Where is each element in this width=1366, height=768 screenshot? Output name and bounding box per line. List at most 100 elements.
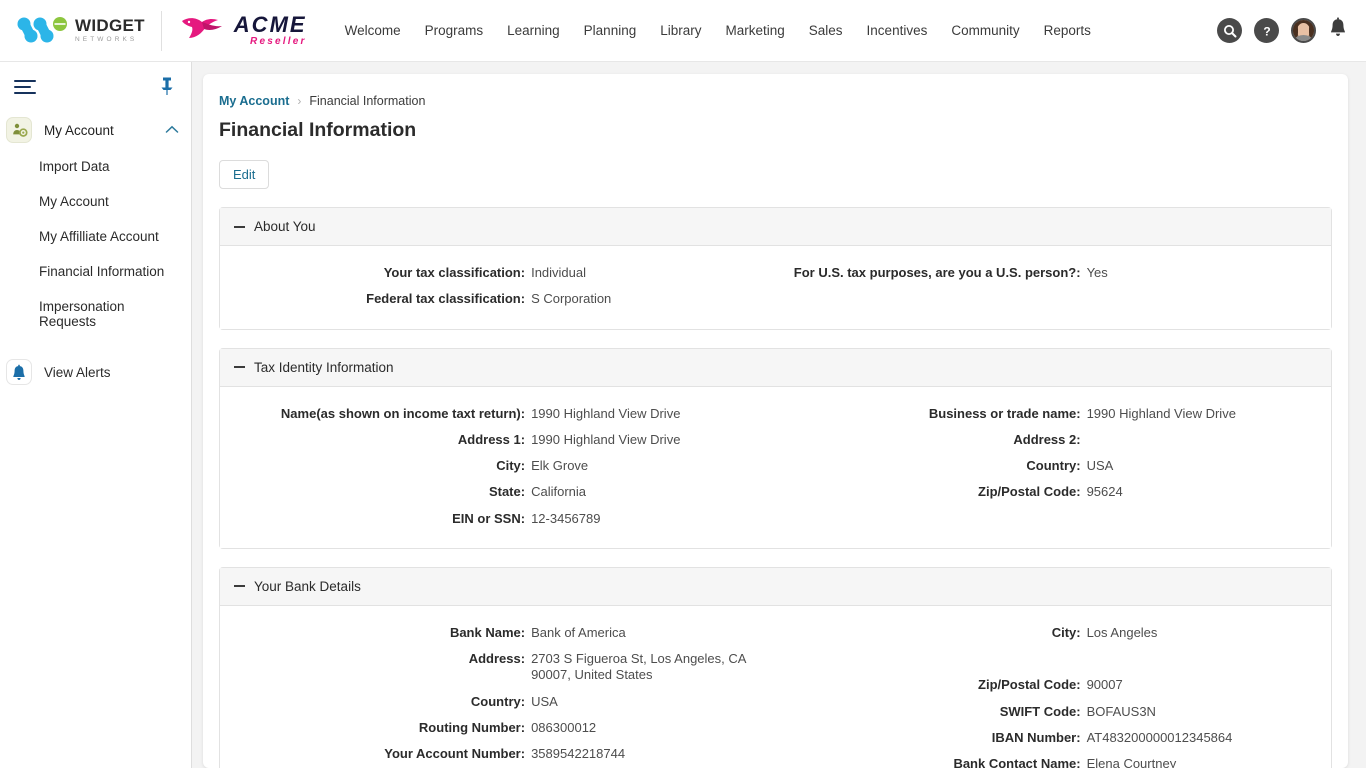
field-bank-zip-postal-code: Zip/Postal Code: 90007 [776, 672, 1332, 698]
field-us-person: For U.S. tax purposes, are you a U.S. pe… [776, 260, 1332, 286]
nav-item-library[interactable]: Library [648, 17, 713, 44]
widget-networks-mark-icon [16, 16, 68, 46]
field-value: Bank of America [531, 625, 775, 641]
collapse-minus-icon[interactable] [234, 585, 245, 587]
field-value: 12-3456789 [531, 511, 775, 527]
help-icon[interactable]: ? [1254, 18, 1279, 43]
field-label: Bank Name: [220, 625, 531, 641]
nav-item-marketing[interactable]: Marketing [713, 17, 796, 44]
sidebar-item-impersonation-requests[interactable]: Impersonation Requests [0, 289, 191, 339]
field-label: Business or trade name: [776, 406, 1087, 422]
field-zip-postal-code: Zip/Postal Code: 95624 [776, 479, 1332, 505]
svg-text:?: ? [1263, 24, 1270, 38]
field-value: Individual [531, 265, 775, 281]
nav-item-programs[interactable]: Programs [413, 17, 496, 44]
nav-item-sales[interactable]: Sales [797, 17, 855, 44]
widget-title: WIDGET [75, 17, 145, 34]
chevron-up-icon[interactable] [165, 121, 179, 139]
breadcrumb-separator-icon: › [297, 94, 301, 108]
field-name-on-tax-return: Name(as shown on income taxt return): 19… [220, 401, 776, 427]
field-label: Routing Number: [220, 720, 531, 736]
nav-item-incentives[interactable]: Incentives [855, 17, 940, 44]
field-label [776, 651, 1087, 667]
field-label: Zip/Postal Code: [776, 484, 1087, 500]
field-label: For U.S. tax purposes, are you a U.S. pe… [776, 265, 1087, 281]
sidebar-item-my-account[interactable]: My Account [0, 184, 191, 219]
page-background: My Account › Financial Information Finan… [192, 62, 1366, 768]
field-address-2: Address 2: [776, 427, 1332, 453]
top-bar-icons: ? [1217, 17, 1348, 44]
section-about-you: About You Your tax classification: Indiv… [219, 207, 1332, 330]
account-settings-icon [6, 117, 32, 143]
pin-icon[interactable] [159, 76, 175, 101]
field-label: City: [220, 458, 531, 474]
breadcrumb-parent-link[interactable]: My Account [219, 94, 289, 108]
sidebar-item-import-data[interactable]: Import Data [0, 149, 191, 184]
field-bank-name: Bank Name: Bank of America [220, 620, 776, 646]
logo-divider [161, 11, 162, 51]
widget-subtitle: NETWORKS [75, 37, 145, 44]
sidebar-item-view-alerts[interactable]: View Alerts [0, 349, 191, 391]
edit-button[interactable]: Edit [219, 160, 269, 189]
section-header-bank-details[interactable]: Your Bank Details [220, 568, 1331, 606]
acme-subtitle: Reseller [234, 37, 307, 47]
section-header-tax-identity[interactable]: Tax Identity Information [220, 349, 1331, 387]
field-value: BOFAUS3N [1087, 704, 1331, 720]
section-body-tax-identity: Name(as shown on income taxt return): 19… [220, 387, 1331, 548]
acme-wordmark: ACME Reseller [234, 14, 307, 47]
nav-item-reports[interactable]: Reports [1032, 17, 1103, 44]
field-label: Zip/Postal Code: [776, 677, 1087, 693]
field-label: IBAN Number: [776, 730, 1087, 746]
field-country: Country: USA [776, 453, 1332, 479]
collapse-minus-icon[interactable] [234, 366, 245, 368]
collapse-minus-icon[interactable] [234, 226, 245, 228]
sidebar-group-label: My Account [44, 123, 114, 138]
acme-title: ACME [234, 14, 307, 36]
sidebar: My Account Import Data My Account My Aff… [0, 62, 192, 768]
nav-item-welcome[interactable]: Welcome [333, 17, 413, 44]
section-tax-identity-information: Tax Identity Information Name(as shown o… [219, 348, 1332, 549]
sidebar-item-my-affiliate-account[interactable]: My Affilliate Account [0, 219, 191, 254]
about-you-right-column: For U.S. tax purposes, are you a U.S. pe… [776, 260, 1332, 313]
bell-icon [6, 359, 32, 385]
field-ein-or-ssn: EIN or SSN: 12-3456789 [220, 506, 776, 532]
main-navigation: Welcome Programs Learning Planning Libra… [333, 17, 1103, 44]
section-your-bank-details: Your Bank Details Bank Name: Bank of Ame… [219, 567, 1332, 768]
tax-identity-right-column: Business or trade name: 1990 Highland Vi… [776, 401, 1332, 532]
field-label: Your Account Number: [220, 746, 531, 762]
user-avatar[interactable] [1291, 18, 1316, 43]
field-value: Elk Grove [531, 458, 775, 474]
acme-reseller-logo[interactable]: ACME Reseller [178, 11, 307, 50]
sidebar-item-my-account-group[interactable]: My Account [0, 111, 191, 149]
nav-item-community[interactable]: Community [939, 17, 1031, 44]
field-label: Your tax classification: [220, 265, 531, 281]
acme-bird-icon [178, 11, 230, 50]
widget-networks-wordmark: WIDGET NETWORKS [75, 17, 145, 44]
section-header-about-you[interactable]: About You [220, 208, 1331, 246]
field-value [1087, 432, 1331, 448]
section-body-about-you: Your tax classification: Individual Fede… [220, 246, 1331, 329]
field-value: AT483200000012345864 [1087, 730, 1331, 746]
field-label: SWIFT Code: [776, 704, 1087, 720]
section-body-bank-details: Bank Name: Bank of America Address: 2703… [220, 606, 1331, 768]
field-bank-country: Country: USA [220, 689, 776, 715]
field-value: 2703 S Figueroa St, Los Angeles, CA 9000… [531, 651, 775, 684]
field-federal-tax-classification: Federal tax classification: S Corporatio… [220, 286, 776, 312]
field-value: Elena Courtney [1087, 756, 1331, 768]
search-icon[interactable] [1217, 18, 1242, 43]
field-state: State: California [220, 479, 776, 505]
top-bar: WIDGET NETWORKS ACME Reseller Welcome Pr… [0, 0, 1366, 62]
field-value: USA [531, 694, 775, 710]
nav-item-planning[interactable]: Planning [572, 17, 649, 44]
notification-bell-icon[interactable] [1328, 17, 1348, 44]
field-value: 3589542218744 [531, 746, 775, 762]
sidebar-alerts-label: View Alerts [44, 365, 111, 380]
field-label: Country: [776, 458, 1087, 474]
sidebar-item-financial-information[interactable]: Financial Information [0, 254, 191, 289]
nav-item-learning[interactable]: Learning [495, 17, 572, 44]
hamburger-menu-icon[interactable] [14, 80, 36, 98]
breadcrumb-current: Financial Information [309, 94, 425, 108]
page-title: Financial Information [219, 119, 1332, 142]
field-label: EIN or SSN: [220, 511, 531, 527]
widget-networks-logo[interactable]: WIDGET NETWORKS [16, 16, 145, 46]
